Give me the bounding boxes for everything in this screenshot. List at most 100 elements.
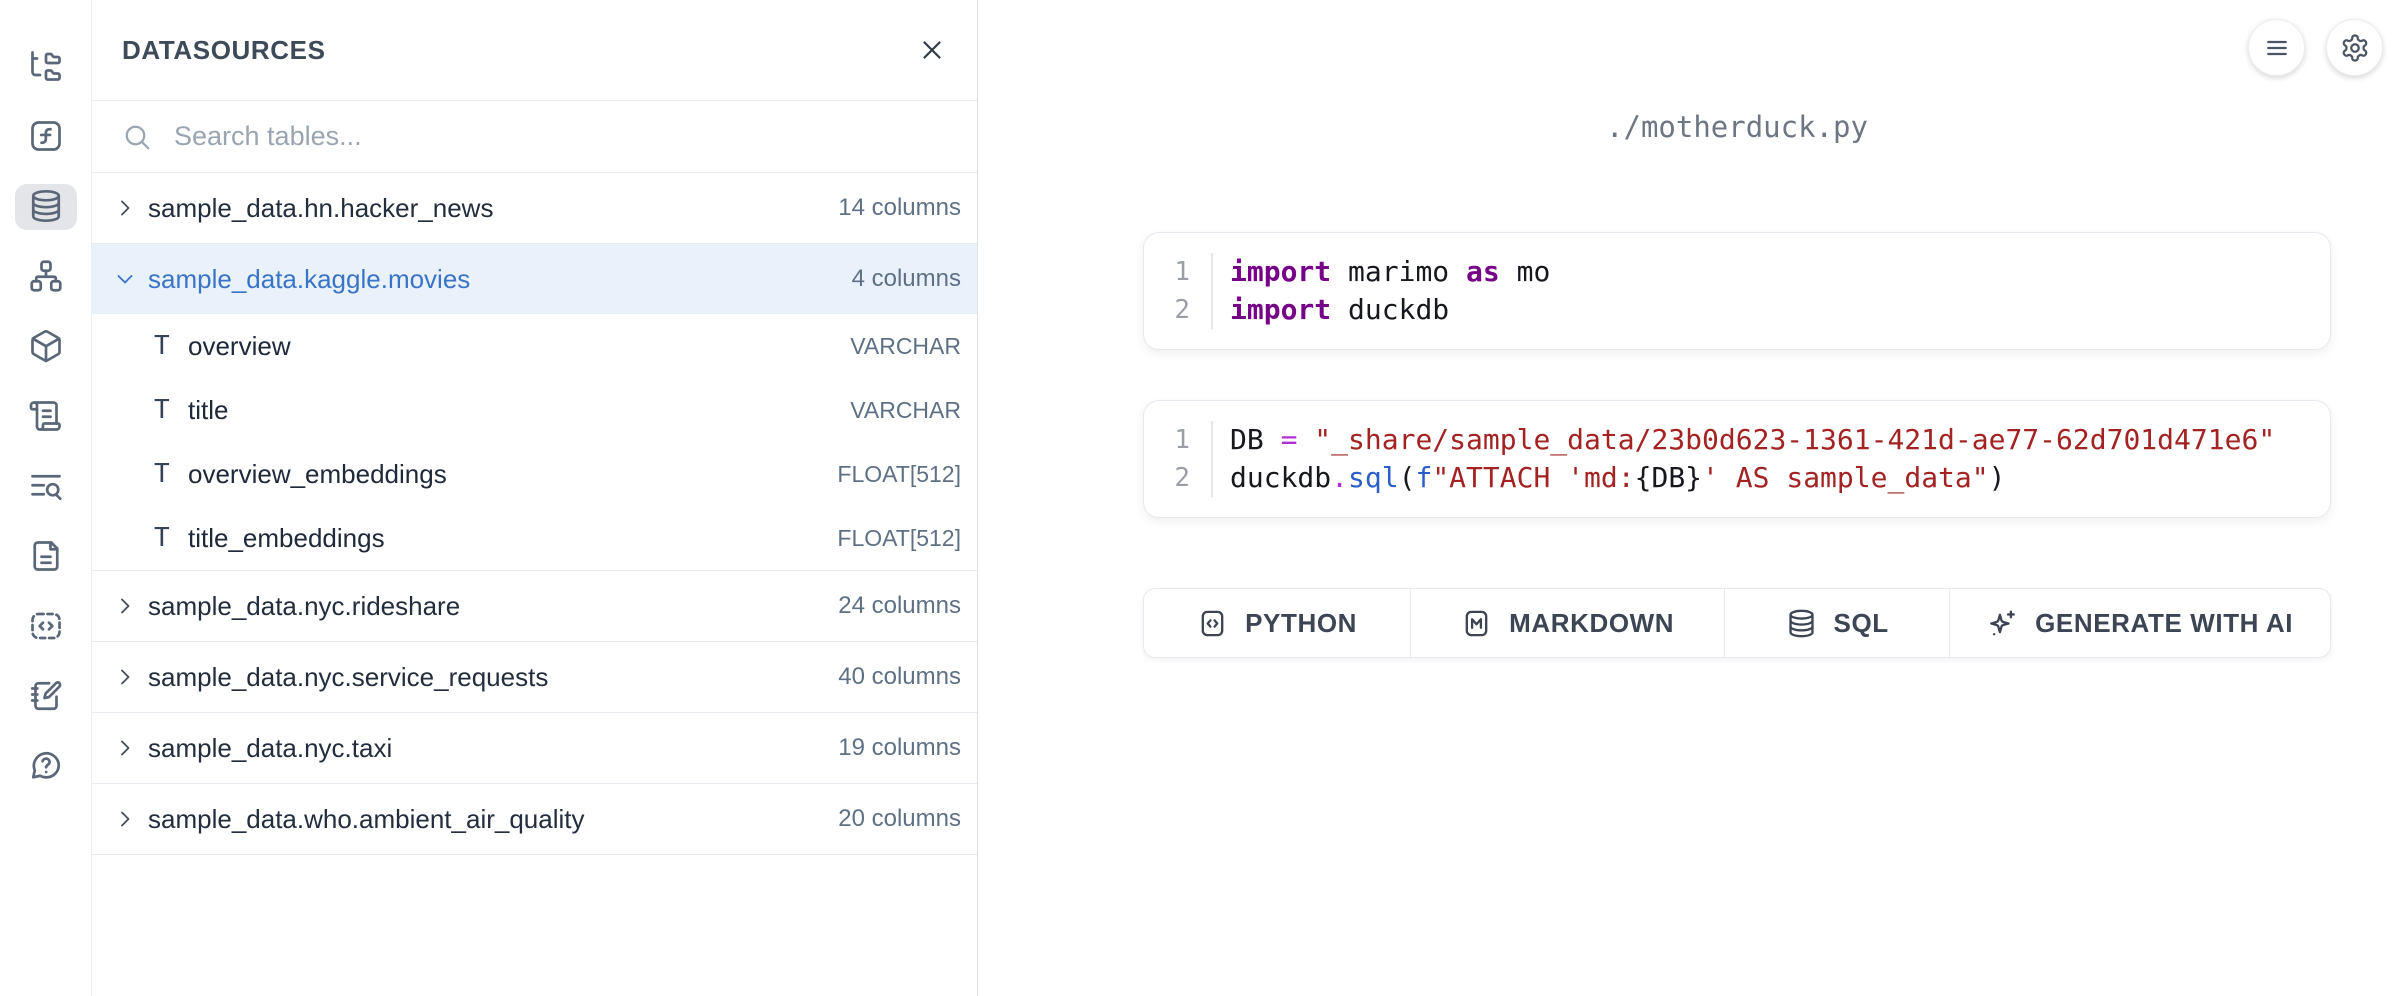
code-cell: 12 DB = "_share/sample_data/23b0d623-1361… bbox=[1143, 400, 2331, 518]
code-line: import duckdb bbox=[1230, 291, 2330, 329]
sidebar-item-scratchpad[interactable] bbox=[15, 674, 77, 720]
sidebar-item-help[interactable] bbox=[15, 744, 77, 790]
add-button-label: GENERATE WITH AI bbox=[2035, 608, 2293, 639]
chevron-right-icon bbox=[112, 195, 138, 221]
add-sql-button[interactable]: SQL bbox=[1725, 589, 1950, 657]
left-icon-rail bbox=[0, 0, 92, 996]
close-icon bbox=[917, 35, 947, 65]
gear-icon bbox=[2340, 33, 2370, 63]
table-name: sample_data.who.ambient_air_quality bbox=[148, 804, 828, 835]
chevron-right-icon bbox=[112, 593, 138, 619]
panel-title: DATASOURCES bbox=[122, 35, 917, 66]
table-column-count: 24 columns bbox=[838, 592, 961, 620]
column-name: title bbox=[188, 395, 850, 426]
column-datatype: VARCHAR bbox=[850, 397, 961, 424]
table-row[interactable]: sample_data.nyc.rideshare 24 columns bbox=[92, 571, 977, 641]
table-column-count: 4 columns bbox=[852, 265, 961, 293]
chevron-right-icon bbox=[112, 806, 138, 832]
notebook-menu-button[interactable] bbox=[2248, 19, 2305, 76]
add-python-button[interactable]: PYTHON bbox=[1144, 589, 1411, 657]
column-row[interactable]: TtitleVARCHAR bbox=[92, 378, 977, 442]
notebook-filename: ./motherduck.py bbox=[1143, 110, 2331, 144]
sidebar-item-tracebacks[interactable] bbox=[15, 464, 77, 510]
column-name: overview_embeddings bbox=[188, 459, 837, 490]
table-group: sample_data.hn.hacker_news 14 columns bbox=[92, 173, 977, 244]
sidebar-item-datasources[interactable] bbox=[15, 184, 77, 230]
sidebar-item-logs[interactable] bbox=[15, 394, 77, 440]
table-group: sample_data.kaggle.movies4 columnsToverv… bbox=[92, 244, 977, 571]
table-row[interactable]: sample_data.hn.hacker_news 14 columns bbox=[92, 173, 977, 243]
table-column-count: 14 columns bbox=[838, 194, 961, 222]
column-datatype: FLOAT[512] bbox=[837, 461, 961, 488]
text-search-icon bbox=[28, 468, 64, 507]
scroll-icon bbox=[28, 398, 64, 437]
add-cell-button-row: PYTHON MARKDOWN SQL GENERATE WITH AI bbox=[1143, 588, 2331, 658]
notebook-pen-icon bbox=[28, 678, 64, 717]
table-name: sample_data.hn.hacker_news bbox=[148, 193, 828, 224]
column-type-icon: T bbox=[154, 459, 188, 489]
database-icon bbox=[28, 188, 64, 227]
column-type-icon: T bbox=[154, 395, 188, 425]
column-type-icon: T bbox=[154, 523, 188, 553]
table-group: sample_data.nyc.rideshare 24 columns bbox=[92, 571, 977, 642]
column-datatype: VARCHAR bbox=[850, 333, 961, 360]
code-line: duckdb.sql(f"ATTACH 'md:{DB}' AS sample_… bbox=[1230, 459, 2330, 497]
sidebar-item-packages[interactable] bbox=[15, 324, 77, 370]
generate-ai-button[interactable]: GENERATE WITH AI bbox=[1950, 589, 2330, 657]
sidebar-item-file-explorer[interactable] bbox=[15, 44, 77, 90]
tables-list: sample_data.hn.hacker_news14 columnssamp… bbox=[92, 173, 977, 855]
table-row[interactable]: sample_data.who.ambient_air_quality 20 co… bbox=[92, 784, 977, 854]
code-line: DB = "_share/sample_data/23b0d623-1361-4… bbox=[1230, 421, 2330, 459]
table-name: sample_data.nyc.taxi bbox=[148, 733, 828, 764]
line-number: 1 bbox=[1174, 253, 1190, 291]
line-number-gutter: 12 bbox=[1144, 253, 1213, 329]
markdown-icon bbox=[1461, 608, 1492, 639]
close-panel-button[interactable] bbox=[917, 35, 947, 65]
table-name: sample_data.nyc.rideshare bbox=[148, 591, 828, 622]
line-number: 2 bbox=[1174, 291, 1190, 329]
add-markdown-button[interactable]: MARKDOWN bbox=[1411, 589, 1725, 657]
table-column-count: 40 columns bbox=[838, 663, 961, 691]
function-square-icon bbox=[28, 118, 64, 157]
code-editor[interactable]: import marimo as moimport duckdb bbox=[1213, 253, 2330, 329]
settings-button[interactable] bbox=[2326, 19, 2383, 76]
add-button-label: SQL bbox=[1834, 608, 1889, 639]
notebook-area: ./motherduck.py 12import marimo as moimp… bbox=[979, 0, 2399, 996]
table-row[interactable]: sample_data.nyc.service_requests 40 colum… bbox=[92, 642, 977, 712]
sidebar-item-variables[interactable] bbox=[15, 114, 77, 160]
app-root: DATASOURCES sample_data.hn.hacker_news14… bbox=[0, 0, 2399, 996]
column-row[interactable]: Ttitle_embeddingsFLOAT[512] bbox=[92, 506, 977, 570]
sidebar-item-documentation[interactable] bbox=[15, 534, 77, 580]
search-tables-input[interactable] bbox=[172, 120, 947, 153]
panel-header: DATASOURCES bbox=[92, 0, 977, 101]
table-name: sample_data.nyc.service_requests bbox=[148, 662, 828, 693]
package-icon bbox=[28, 328, 64, 367]
menu-icon bbox=[2262, 33, 2292, 63]
table-row[interactable]: sample_data.nyc.taxi 19 columns bbox=[92, 713, 977, 783]
column-row[interactable]: ToverviewVARCHAR bbox=[92, 314, 977, 378]
code-line: import marimo as mo bbox=[1230, 253, 2330, 291]
table-column-count: 19 columns bbox=[838, 734, 961, 762]
add-button-label: PYTHON bbox=[1245, 608, 1357, 639]
code-editor[interactable]: DB = "_share/sample_data/23b0d623-1361-4… bbox=[1213, 421, 2330, 497]
column-row[interactable]: Toverview_embeddingsFLOAT[512] bbox=[92, 442, 977, 506]
chevron-right-icon bbox=[112, 735, 138, 761]
search-icon bbox=[122, 122, 152, 152]
table-column-count: 20 columns bbox=[838, 805, 961, 833]
sidebar-item-snippets[interactable] bbox=[15, 604, 77, 650]
line-number-gutter: 12 bbox=[1144, 421, 1213, 497]
table-group: sample_data.nyc.service_requests 40 colum… bbox=[92, 642, 977, 713]
add-button-label: MARKDOWN bbox=[1509, 608, 1674, 639]
table-group: sample_data.nyc.taxi 19 columns bbox=[92, 713, 977, 784]
sidebar-item-dependencies[interactable] bbox=[15, 254, 77, 300]
database-icon bbox=[1786, 608, 1817, 639]
column-name: overview bbox=[188, 331, 850, 362]
table-row[interactable]: sample_data.kaggle.movies4 columns bbox=[92, 244, 977, 314]
column-datatype: FLOAT[512] bbox=[837, 525, 961, 552]
folder-tree-icon bbox=[28, 48, 64, 87]
code-cell: 12import marimo as moimport duckdb bbox=[1143, 232, 2331, 350]
sparkles-icon bbox=[1987, 608, 2018, 639]
network-icon bbox=[28, 258, 64, 297]
chevron-down-icon bbox=[112, 266, 138, 292]
code-dashed-icon bbox=[28, 608, 64, 647]
